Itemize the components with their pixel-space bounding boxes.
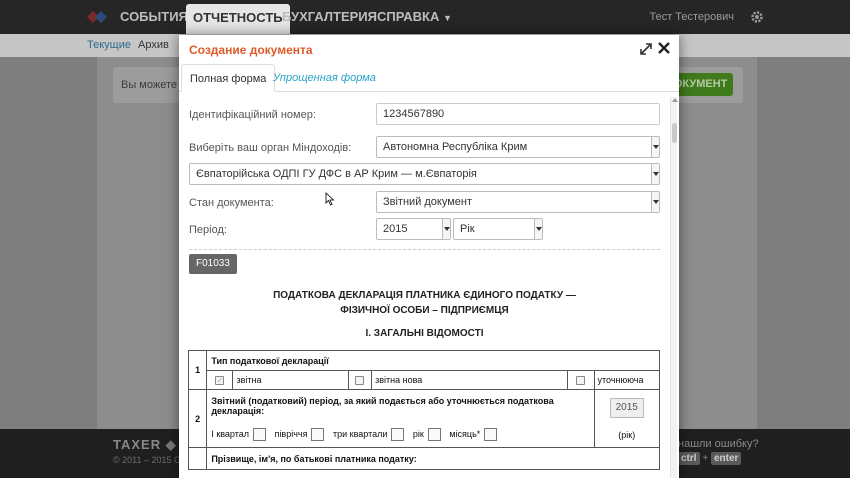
mouse-cursor-icon xyxy=(325,192,335,206)
nav-accounting[interactable]: БУХГАЛТЕРИЯ xyxy=(282,0,377,34)
taxpayer-name-title: Прізвище, ім'я, по батькові платника под… xyxy=(206,447,660,470)
period-year-checkbox[interactable] xyxy=(427,428,441,441)
select-arrow-icon xyxy=(651,137,659,157)
form-code-badge: F01033 xyxy=(189,254,237,274)
period-year-caption: (рік) xyxy=(618,429,636,440)
modal-scrollbar[interactable] xyxy=(670,97,678,478)
nav-help[interactable]: СПРАВКА ▼ xyxy=(377,0,452,34)
region-select[interactable]: Автономна Республіка Крим xyxy=(376,136,660,158)
document-state-value: Звітний документ xyxy=(383,196,473,208)
tax-office-select-value: Євпаторійська ОДПІ ГУ ДФС в АР Крим — м.… xyxy=(196,168,477,180)
subnav-archive[interactable]: Архив xyxy=(138,39,169,51)
period-cell: Звітний (податковий) період, за який под… xyxy=(206,389,595,448)
key-enter: enter xyxy=(710,452,742,465)
footer-copyright: © 2011 – 2015 ОО xyxy=(113,455,189,465)
taxer-logo-icon[interactable] xyxy=(87,10,107,24)
select-arrow-icon xyxy=(534,219,542,239)
region-select-value: Автономна Республіка Крим xyxy=(383,141,528,153)
taxer-small-logo-icon: ◆ xyxy=(165,437,177,452)
declaration-title-line1: ПОДАТКОВА ДЕКЛАРАЦІЯ ПЛАТНИКА ЄДИНОГО ПО… xyxy=(273,290,576,301)
key-ctrl: ctrl xyxy=(678,452,700,465)
row-number: 1 xyxy=(187,350,208,390)
period-q3-checkbox[interactable] xyxy=(391,428,405,441)
year-select[interactable]: 2015 xyxy=(376,218,451,240)
type-clarify-label: уточнююча xyxy=(593,370,660,390)
period-type-value: Рік xyxy=(460,223,475,235)
type-new-cell xyxy=(347,370,373,390)
type-report-cell xyxy=(206,370,234,390)
footer-logo: TAXER ◆ xyxy=(113,437,177,453)
modal-tabs: Полная форма Упрощенная форма xyxy=(179,64,679,92)
select-arrow-icon xyxy=(651,192,659,212)
year-select-value: 2015 xyxy=(383,223,408,235)
period-half-label: півріччя xyxy=(274,428,308,439)
select-arrow-icon xyxy=(651,164,659,184)
caret-down-icon: ▼ xyxy=(442,13,452,23)
nav-events[interactable]: СОБЫТИЯ xyxy=(120,0,188,34)
period-q3-label: три квартали xyxy=(332,428,388,439)
period-label: Період: xyxy=(189,224,227,236)
nav-reports[interactable]: ОТЧЕТНОСТЬ xyxy=(186,4,290,34)
scroll-up-arrow-icon[interactable] xyxy=(672,98,678,102)
period-year-cell: 2015 (рік) xyxy=(593,389,660,448)
period-title: Звітний (податковий) період, за який под… xyxy=(211,396,554,416)
period-year-label: рік xyxy=(412,428,424,439)
type-report-checkbox[interactable] xyxy=(215,376,225,386)
period-month-checkbox[interactable] xyxy=(484,428,498,441)
id-label: Ідентифікаційний номер: xyxy=(189,109,316,121)
period-q1-checkbox[interactable] xyxy=(253,428,267,441)
close-icon[interactable] xyxy=(656,40,672,56)
scrollbar-thumb[interactable] xyxy=(672,123,677,143)
tab-full-form[interactable]: Полная форма xyxy=(181,64,276,92)
period-month-label: місяць* xyxy=(449,428,481,439)
create-document-modal: Создание документа Полная форма Упрощенн… xyxy=(179,35,679,478)
document-state-select[interactable]: Звітний документ xyxy=(376,191,660,213)
tax-office-select[interactable]: Євпаторійська ОДПІ ГУ ДФС в АР Крим — м.… xyxy=(189,163,660,185)
form-divider xyxy=(189,249,660,250)
period-type-select[interactable]: Рік xyxy=(453,218,543,240)
type-new-label: звітна нова xyxy=(371,370,569,390)
period-options: І квартал півріччя три квартали рік міся… xyxy=(211,428,589,441)
footer-logo-text: TAXER xyxy=(113,437,162,452)
organ-label: Виберіть ваш орган Міндоходів: xyxy=(189,142,352,154)
select-arrow-icon xyxy=(442,219,450,239)
top-navbar: СОБЫТИЯ ОТЧЕТНОСТЬ БУХГАЛТЕРИЯ СПРАВКА ▼… xyxy=(0,0,850,34)
period-half-checkbox[interactable] xyxy=(311,428,325,441)
tab-simple-form[interactable]: Упрощенная форма xyxy=(265,64,384,92)
state-label: Стан документа: xyxy=(189,197,274,209)
subnav-current[interactable]: Текущие xyxy=(87,39,131,51)
expand-icon[interactable] xyxy=(639,42,653,56)
declaration-type-title: Тип податкової декларації xyxy=(206,350,660,371)
type-clarify-cell xyxy=(567,370,595,390)
declaration-title-line2: ФІЗИЧНОЇ ОСОБИ – ПІДПРИЄМЦЯ xyxy=(340,305,509,316)
section-title: І. ЗАГАЛЬНІ ВІДОМОСТІ xyxy=(365,328,484,339)
row-number: 2 xyxy=(187,389,208,448)
modal-title: Создание документа xyxy=(189,43,313,57)
footer-shortcut: ctrl + enter xyxy=(678,452,742,465)
declaration-table: 1 Тип податкової декларації звітна звітн… xyxy=(187,350,660,470)
footer-error-hint: нашли ошибку? xyxy=(678,438,759,450)
type-new-checkbox[interactable] xyxy=(355,376,365,386)
user-name[interactable]: Тест Тестерович xyxy=(649,0,734,34)
row-number-empty xyxy=(187,447,208,470)
declaration-title: ПОДАТКОВА ДЕКЛАРАЦІЯ ПЛАТНИКА ЄДИНОГО ПО… xyxy=(189,288,660,318)
id-number-input[interactable]: 1234567890 xyxy=(376,103,660,125)
type-clarify-checkbox[interactable] xyxy=(576,376,586,386)
nav-help-label: СПРАВКА xyxy=(377,9,440,24)
type-report-label: звітна xyxy=(232,370,349,390)
gear-icon[interactable] xyxy=(750,10,764,24)
period-year-field[interactable]: 2015 xyxy=(609,397,644,418)
key-plus: + xyxy=(702,453,709,464)
period-q1-label: І квартал xyxy=(211,428,250,439)
